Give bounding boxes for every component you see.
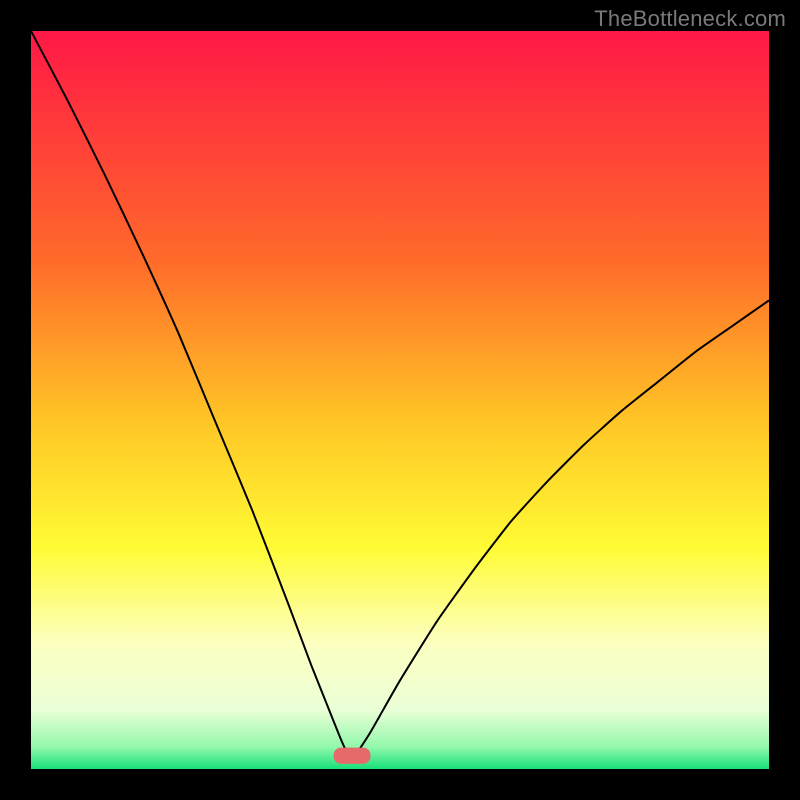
bottleneck-chart — [31, 31, 769, 769]
minimum-marker — [334, 748, 371, 764]
watermark-text: TheBottleneck.com — [594, 6, 786, 32]
chart-frame: TheBottleneck.com — [0, 0, 800, 800]
gradient-background — [31, 31, 769, 769]
